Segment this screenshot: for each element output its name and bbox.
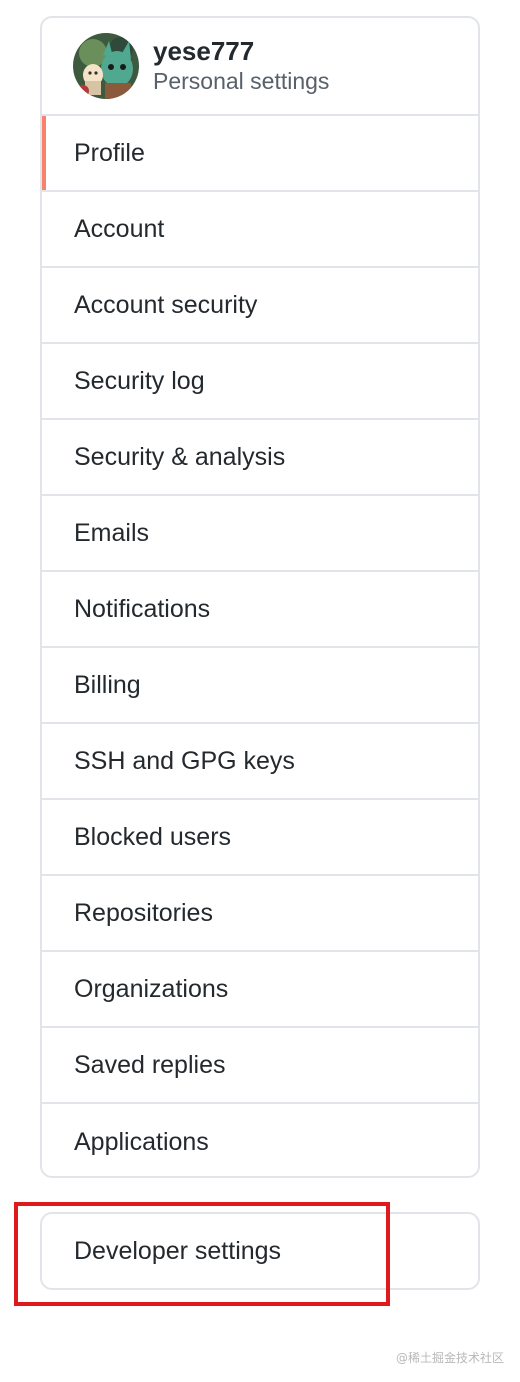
menu-item-organizations[interactable]: Organizations	[42, 952, 478, 1028]
menu-item-profile[interactable]: Profile	[42, 116, 478, 192]
menu-item-security-log[interactable]: Security log	[42, 344, 478, 420]
menu-item-blocked-users[interactable]: Blocked users	[42, 800, 478, 876]
menu-item-saved-replies[interactable]: Saved replies	[42, 1028, 478, 1104]
user-block: yese777 Personal settings	[153, 36, 329, 96]
developer-settings-link[interactable]: Developer settings	[40, 1212, 480, 1290]
watermark: @稀土掘金技术社区	[395, 1351, 504, 1365]
menu-item-emails[interactable]: Emails	[42, 496, 478, 572]
username[interactable]: yese777	[153, 36, 329, 66]
menu-item-billing[interactable]: Billing	[42, 648, 478, 724]
menu-item-account-security[interactable]: Account security	[42, 268, 478, 344]
settings-menu: yese777 Personal settings Profile Accoun…	[40, 16, 480, 1178]
personal-settings-subtitle: Personal settings	[153, 68, 330, 94]
anime-character-avatar-icon	[73, 33, 139, 99]
user-avatar[interactable]	[73, 33, 139, 99]
menu-item-notifications[interactable]: Notifications	[42, 572, 478, 648]
menu-item-security-analysis[interactable]: Security & analysis	[42, 420, 478, 496]
menu-item-repositories[interactable]: Repositories	[42, 876, 478, 952]
menu-item-account[interactable]: Account	[42, 192, 478, 268]
menu-header: yese777 Personal settings	[42, 18, 478, 116]
menu-item-ssh-gpg-keys[interactable]: SSH and GPG keys	[42, 724, 478, 800]
menu-item-applications[interactable]: Applications	[42, 1104, 478, 1176]
